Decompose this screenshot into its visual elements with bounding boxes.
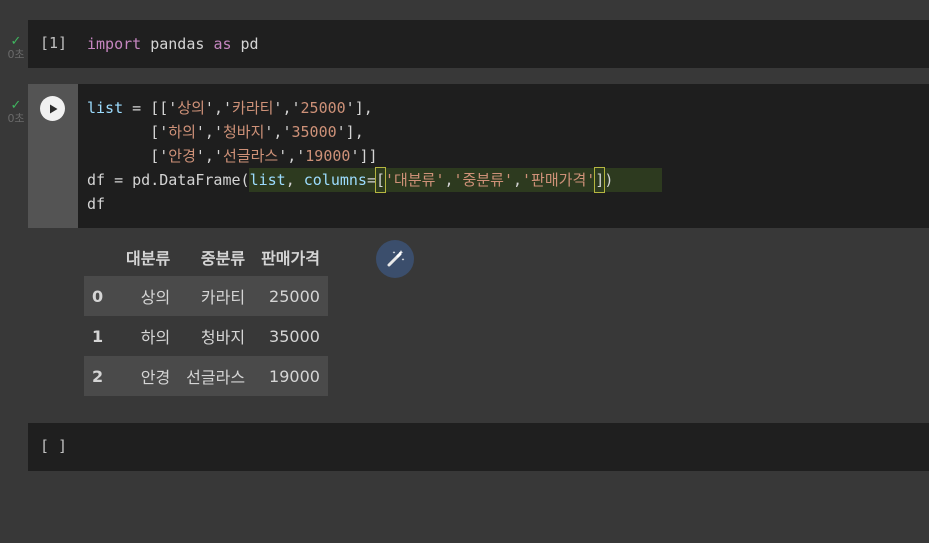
- row-index: 2: [92, 366, 104, 386]
- table-cell: 25000: [269, 286, 320, 306]
- cell-2-gutter: [28, 84, 78, 228]
- cell-1-status: ✓ 0초: [4, 35, 28, 61]
- cell-2-editor[interactable]: list = [['상의','카라티','25000'], ['하의','청바지…: [78, 84, 929, 228]
- play-icon: [49, 104, 57, 113]
- code-token: pandas: [150, 35, 205, 53]
- table-row: 2 안경 선글라스 19000: [84, 356, 328, 396]
- column-header: 중분류: [200, 249, 246, 268]
- table-cell: 청바지: [200, 328, 246, 347]
- matched-bracket-open: [: [374, 167, 387, 193]
- code-token: as: [213, 35, 232, 53]
- code-token: pd: [240, 35, 259, 53]
- check-icon: ✓: [10, 34, 22, 49]
- cell-2-output: 대분류 중분류 판매가격 0 상의 카라티 25000 1 하의 청바지 350…: [28, 228, 929, 408]
- table-cell: 선글라스: [186, 368, 246, 387]
- magic-wand-icon: [387, 250, 405, 267]
- cell-1-exec-count: [1]: [40, 34, 68, 52]
- code-cell-2[interactable]: list = [['상의','카라티','25000'], ['하의','청바지…: [28, 84, 929, 408]
- code-line-1: list = [['상의','카라티','25000'],: [87, 99, 373, 117]
- table-cell: 상의: [140, 288, 171, 307]
- suggest-chart-button[interactable]: [376, 240, 414, 278]
- table-row: 1 하의 청바지 35000: [84, 316, 328, 356]
- cell-2-exec-time: 0초: [7, 112, 25, 125]
- table-cell: 카라티: [200, 288, 246, 307]
- code-cell-3[interactable]: [ ]: [28, 423, 929, 471]
- table-cell: 안경: [140, 368, 171, 387]
- code-line-5: df: [87, 195, 106, 213]
- matched-bracket-close: ]: [594, 167, 606, 193]
- table-cell: 하의: [140, 328, 171, 347]
- code-line-3: ['안경','선글라스','19000']]: [87, 147, 378, 165]
- code-line-2: ['하의','청바지','35000'],: [87, 123, 364, 141]
- table-row: 0 상의 카라티 25000: [84, 276, 328, 316]
- cell-1-code[interactable]: import pandas as pd: [87, 32, 259, 56]
- row-index: 0: [92, 286, 104, 306]
- run-cell-button[interactable]: [40, 96, 65, 121]
- check-icon: ✓: [10, 98, 22, 113]
- code-line-4: df = pd.DataFrame(list, columns=['대분류','…: [87, 167, 613, 193]
- row-index: 1: [92, 326, 104, 346]
- cell-1-exec-time: 0초: [7, 48, 25, 61]
- index-header: [84, 238, 118, 276]
- cell-3-exec-count: [ ]: [40, 437, 68, 455]
- table-cell: 35000: [269, 326, 320, 346]
- column-header: 판매가격: [261, 249, 320, 268]
- cell-2-status: ✓ 0초: [4, 99, 28, 125]
- code-token: import: [87, 35, 142, 53]
- dataframe-table: 대분류 중분류 판매가격 0 상의 카라티 25000 1 하의 청바지 350…: [84, 238, 328, 396]
- code-cell-1[interactable]: [1] import pandas as pd: [28, 20, 929, 68]
- column-header: 대분류: [126, 249, 171, 268]
- table-cell: 19000: [269, 366, 320, 386]
